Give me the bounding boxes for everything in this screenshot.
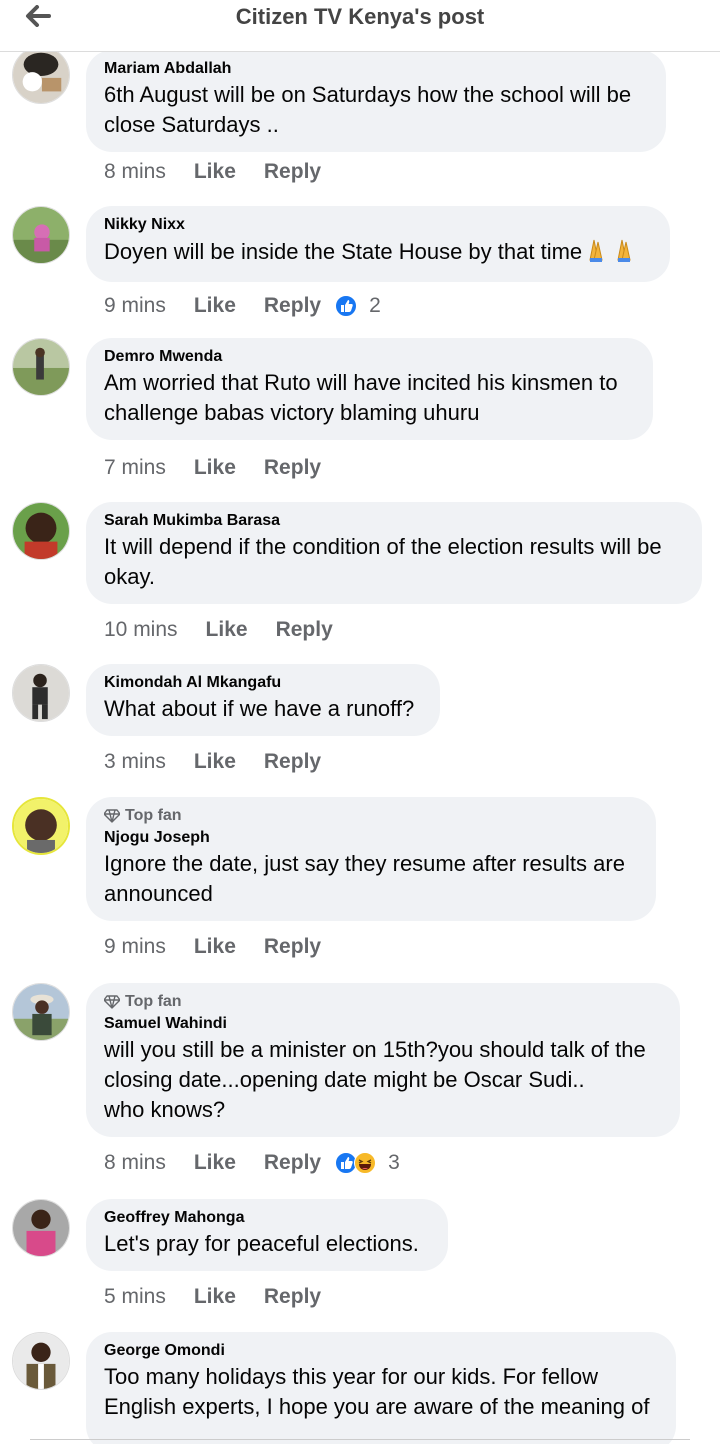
comment-meta: 3 mins Like Reply — [104, 750, 335, 774]
like-button[interactable]: Like — [194, 294, 236, 318]
avatar-image — [13, 207, 69, 263]
diamond-icon — [104, 995, 120, 1009]
comment-text: Doyen will be inside the State House by … — [104, 236, 652, 270]
comment-meta: 8 mins Like Reply — [104, 160, 335, 184]
comment-bubble: Top fan Samuel Wahindi will you still be… — [86, 983, 680, 1137]
comment-text: What about if we have a runoff? — [104, 696, 415, 721]
commenter-name[interactable]: Kimondah Al Mkangafu — [104, 672, 422, 694]
like-button[interactable]: Like — [194, 160, 236, 184]
comment-meta: 5 mins Like Reply — [104, 1285, 335, 1309]
like-button[interactable]: Like — [194, 1285, 236, 1309]
avatar[interactable] — [12, 664, 70, 722]
reactions[interactable]: 2 — [335, 294, 381, 318]
commenter-name[interactable]: Nikky Nixx — [104, 214, 652, 236]
comment-meta: 8 mins Like Reply 3 — [104, 1151, 400, 1175]
comment-time[interactable]: 8 mins — [104, 160, 166, 184]
page-title: Citizen TV Kenya's post — [235, 4, 485, 29]
haha-reaction-icon — [354, 1152, 377, 1174]
avatar[interactable] — [12, 1199, 70, 1257]
comment-bubble: Geoffrey Mahonga Let's pray for peaceful… — [86, 1199, 448, 1271]
like-button[interactable]: Like — [194, 750, 236, 774]
comment-time[interactable]: 9 mins — [104, 935, 166, 959]
reply-button[interactable]: Reply — [264, 1151, 321, 1175]
reply-button[interactable]: Reply — [264, 160, 321, 184]
comment-text: Am worried that Ruto will have incited h… — [104, 370, 618, 425]
commenter-name[interactable]: Geoffrey Mahonga — [104, 1207, 430, 1229]
commenter-name[interactable]: Demro Mwenda — [104, 346, 635, 368]
comment-meta: 10 mins Like Reply — [104, 618, 347, 642]
commenter-name[interactable]: Samuel Wahindi — [104, 1013, 662, 1035]
divider — [30, 1439, 690, 1440]
avatar[interactable] — [12, 1332, 70, 1390]
comment-text: Too many holidays this year for our kids… — [104, 1364, 650, 1419]
like-button[interactable]: Like — [206, 618, 248, 642]
avatar[interactable] — [12, 46, 70, 104]
commenter-name[interactable]: Sarah Mukimba Barasa — [104, 510, 684, 532]
commenter-name[interactable]: George Omondi — [104, 1340, 658, 1362]
like-button[interactable]: Like — [194, 456, 236, 480]
comment-meta: 9 mins Like Reply 2 — [104, 294, 381, 318]
comment-bubble: Sarah Mukimba Barasa It will depend if t… — [86, 502, 702, 604]
comment-time[interactable]: 8 mins — [104, 1151, 166, 1175]
reply-button[interactable]: Reply — [276, 618, 333, 642]
reply-button[interactable]: Reply — [264, 935, 321, 959]
top-fan-badge: Top fan — [104, 805, 638, 827]
comment-bubble: Demro Mwenda Am worried that Ruto will h… — [86, 338, 653, 440]
reply-button[interactable]: Reply — [264, 750, 321, 774]
comment-time[interactable]: 7 mins — [104, 456, 166, 480]
avatar-image — [13, 339, 69, 395]
avatar[interactable] — [12, 983, 70, 1041]
diamond-icon — [104, 809, 120, 823]
comment-text: Ignore the date, just say they resume af… — [104, 851, 625, 906]
comment-bubble: Mariam Abdallah 6th August will be on Sa… — [86, 50, 666, 152]
comment-bubble: Top fan Njogu Joseph Ignore the date, ju… — [86, 797, 656, 921]
avatar-image — [13, 503, 69, 559]
folded-hands-icon — [582, 236, 640, 270]
like-reaction-icon — [335, 295, 358, 317]
reply-button[interactable]: Reply — [264, 1285, 321, 1309]
comment-meta: 9 mins Like Reply — [104, 935, 335, 959]
like-button[interactable]: Like — [194, 935, 236, 959]
reaction-count: 2 — [369, 294, 381, 317]
reactions[interactable]: 3 — [335, 1151, 400, 1175]
comment-time[interactable]: 9 mins — [104, 294, 166, 318]
avatar[interactable] — [12, 502, 70, 560]
avatar-image — [13, 1333, 69, 1389]
reaction-count: 3 — [388, 1151, 400, 1174]
commenter-name[interactable]: Mariam Abdallah — [104, 58, 648, 80]
avatar[interactable] — [12, 206, 70, 264]
comment-text: It will depend if the condition of the e… — [104, 534, 662, 589]
like-button[interactable]: Like — [194, 1151, 236, 1175]
comment-meta: 7 mins Like Reply — [104, 456, 335, 480]
avatar-image — [13, 1200, 69, 1256]
avatar-image — [13, 47, 69, 103]
reply-button[interactable]: Reply — [264, 294, 321, 318]
comment-time[interactable]: 3 mins — [104, 750, 166, 774]
avatar[interactable] — [12, 338, 70, 396]
comment-text: 6th August will be on Saturdays how the … — [104, 82, 632, 137]
comment-time[interactable]: 5 mins — [104, 1285, 166, 1309]
avatar-image — [13, 665, 69, 721]
comment-bubble: Nikky Nixx Doyen will be inside the Stat… — [86, 206, 670, 282]
reply-button[interactable]: Reply — [264, 456, 321, 480]
comment-bubble: Kimondah Al Mkangafu What about if we ha… — [86, 664, 440, 736]
commenter-name[interactable]: Njogu Joseph — [104, 827, 638, 849]
comment-time[interactable]: 10 mins — [104, 618, 178, 642]
top-bar: Citizen TV Kenya's post — [0, 0, 720, 52]
avatar[interactable] — [12, 797, 70, 855]
top-fan-badge: Top fan — [104, 991, 662, 1013]
comment-bubble: George Omondi Too many holidays this yea… — [86, 1332, 676, 1444]
avatar-image — [13, 984, 69, 1040]
comment-text: will you still be a minister on 15th?you… — [104, 1037, 646, 1122]
comment-text: Let's pray for peaceful elections. — [104, 1231, 419, 1256]
avatar-image — [14, 799, 68, 853]
